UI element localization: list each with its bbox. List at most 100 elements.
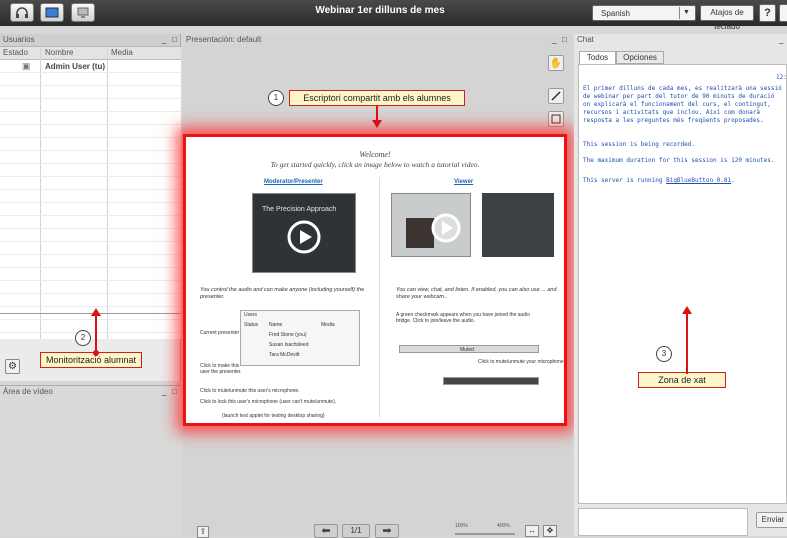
mini-user-row: Fred Stone (you) (269, 332, 307, 338)
users-panel-header: Usuarios _ □ (0, 34, 180, 47)
slide-welcome: Welcome! (359, 150, 391, 159)
annotation-3-label: Zona de xat (638, 372, 726, 388)
pencil-tool-button[interactable] (548, 88, 564, 104)
users-title: Usuarios (3, 35, 35, 44)
rectangle-tool-button[interactable] (548, 111, 564, 127)
zoom-min-label: 100% (455, 523, 468, 529)
desktop-share-button[interactable] (71, 3, 95, 22)
minimize-icon[interactable]: _ (162, 386, 166, 398)
current-presenter-label: Current presenter (200, 330, 240, 336)
presentation-header: Presentación: default _ □ (183, 34, 572, 46)
maximize-icon[interactable]: □ (172, 34, 177, 46)
upload-icon: ⇪ (199, 527, 207, 536)
fit-width-icon: ↔ (528, 526, 536, 535)
chat-server-message: This server is running BigBlueButton 0.8… (583, 177, 783, 185)
mute-label: Click to mute/unmute this user's microph… (200, 388, 300, 394)
hand-icon: ✋ (549, 57, 563, 69)
help-button[interactable]: ? (759, 4, 776, 22)
webcam-button[interactable] (40, 3, 64, 22)
table-row[interactable]: ▣ Admin User (tu) (0, 60, 181, 73)
table-row (0, 151, 181, 164)
chat-message: El primer dilluns de cada mes, es realit… (583, 85, 782, 124)
moderator-link[interactable]: Moderator/Presenter (264, 179, 323, 185)
viewer-description: You can view, chat, and listen. If enabl… (396, 287, 557, 300)
upload-button[interactable]: ⇪ (197, 526, 209, 538)
mini-user-row: Tara McDevitt (269, 352, 300, 358)
mic-bar (443, 377, 539, 385)
fit-width-button[interactable]: ↔ (525, 525, 539, 537)
mini-users-window: Users Status Name Media Fred Stone (you)… (240, 310, 360, 366)
table-row (0, 229, 181, 242)
maximize-icon[interactable]: □ (172, 386, 177, 398)
chat-timestamp: 12: (776, 74, 787, 81)
mini-col-status: Status (244, 322, 259, 328)
moderator-description: You control the audio and can make anyon… (200, 287, 365, 300)
server-link[interactable]: BigBlueButton 0.81 (666, 177, 731, 184)
gear-icon: ⚙ (8, 361, 17, 372)
column-media[interactable]: Media (111, 47, 133, 59)
mini-col-media: Media (321, 322, 335, 328)
language-select[interactable]: Spanish ▼ (592, 5, 696, 21)
presentation-slide: Welcome! To get started quickly, click a… (183, 134, 567, 426)
logout-button[interactable] (779, 4, 787, 22)
table-row (0, 190, 181, 203)
send-button[interactable]: Enviar (756, 512, 787, 528)
moderator-video-thumbnail[interactable]: The Precision Approach (252, 193, 356, 273)
table-row (0, 164, 181, 177)
settings-button[interactable]: ⚙ (5, 359, 20, 374)
select-divider (679, 7, 680, 19)
mute-description: Click to mute/unmute your microphone. (478, 359, 565, 365)
app-title: Webinar 1er dilluns de mes (315, 5, 445, 16)
chat-header: Chat _ (574, 34, 787, 46)
mini-users-title: Users (244, 312, 258, 318)
top-toolbar: Webinar 1er dilluns de mes Spanish ▼ Ata… (0, 0, 787, 31)
zoom-max-label: 400% (497, 523, 510, 529)
play-icon (287, 220, 321, 254)
table-row (0, 138, 181, 151)
table-row (0, 203, 181, 216)
annotation-2-dot (93, 350, 99, 356)
video-panel: Área de vídeo _ □ (0, 385, 181, 536)
tab-opciones[interactable]: Opciones (616, 51, 664, 64)
annotation-2-label: Monitorització alumnat (40, 352, 142, 368)
annotation-3-number: 3 (656, 346, 672, 362)
muted-label: Muted (460, 347, 474, 353)
fit-page-button[interactable]: ✥ (543, 525, 557, 537)
column-name[interactable]: Nombre (45, 47, 73, 59)
annotation-1-label: Escriptori compartit amb els alumnes (289, 90, 465, 106)
annotation-2-number: 2 (75, 330, 91, 346)
pencil-icon (551, 91, 561, 101)
checkmark-description: A green checkmark appears when you have … (396, 312, 530, 324)
play-icon (431, 213, 461, 243)
viewer-chat-preview (482, 193, 554, 257)
chat-messages-area (578, 64, 787, 504)
column-status[interactable]: Estado (3, 47, 28, 59)
arrow-right-icon: ➡ (382, 525, 392, 537)
tab-todos[interactable]: Todos (579, 51, 616, 64)
pan-tool-button[interactable]: ✋ (548, 55, 564, 71)
minimize-icon[interactable]: _ (552, 34, 556, 46)
maximize-icon[interactable]: □ (562, 34, 567, 46)
users-panel: Usuarios _ □ Estado Nombre Media ▣ Admin… (0, 34, 181, 381)
table-row (0, 125, 181, 138)
headset-icon (16, 6, 28, 18)
shortcuts-button[interactable]: Atajos de teclado (700, 5, 754, 31)
annotation-3-arrow (686, 314, 688, 374)
zoom-slider[interactable] (455, 533, 515, 535)
table-row (0, 281, 181, 294)
desktop-share-icon (77, 7, 89, 18)
lock-label: Click to lock this user's microphone (us… (200, 399, 337, 405)
make-presenter-label: Click to make this user the presenter. (200, 363, 242, 375)
table-row (0, 112, 181, 125)
minimize-icon[interactable]: _ (779, 34, 783, 46)
chat-message: This session is being recorded. (583, 141, 695, 148)
headset-button[interactable] (10, 3, 34, 22)
viewer-link[interactable]: Viewer (454, 179, 473, 185)
webcam-icon (45, 7, 59, 18)
chat-input[interactable] (578, 508, 748, 536)
viewer-video-thumbnail[interactable] (391, 193, 471, 257)
table-row (0, 86, 181, 99)
chat-title: Chat (577, 35, 594, 44)
chat-message: The maximum duration for this session is… (583, 157, 775, 164)
minimize-icon[interactable]: _ (162, 34, 166, 46)
